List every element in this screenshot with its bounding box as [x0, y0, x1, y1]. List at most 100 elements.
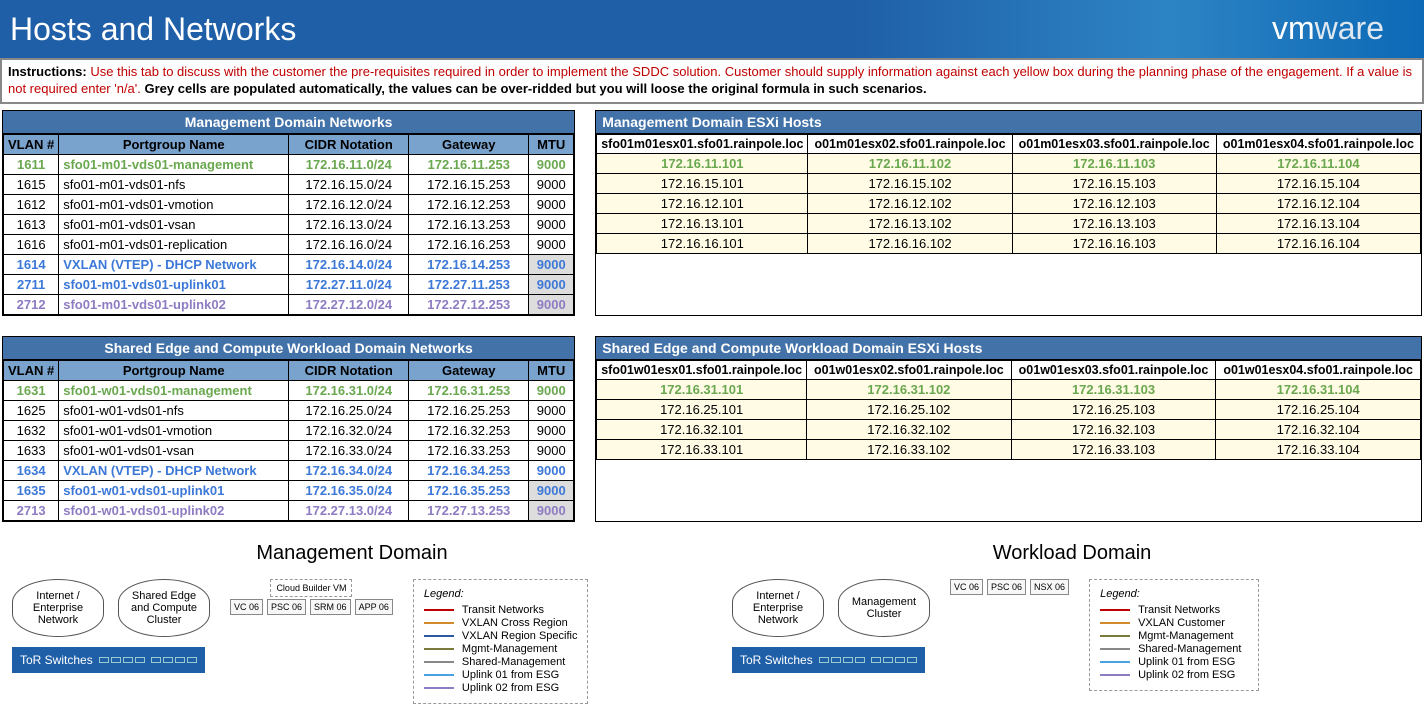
- cell[interactable]: 172.16.25.101: [597, 399, 807, 419]
- cell[interactable]: 9000: [529, 380, 574, 400]
- table-row[interactable]: 172.16.13.101172.16.13.102172.16.13.1031…: [597, 213, 1421, 233]
- cell[interactable]: 2711: [4, 274, 59, 294]
- cell[interactable]: 172.16.32.104: [1216, 419, 1421, 439]
- cell[interactable]: 172.16.11.101: [597, 153, 808, 173]
- cell[interactable]: 172.16.25.102: [807, 399, 1012, 419]
- cell[interactable]: 172.27.13.253: [409, 500, 529, 520]
- cell[interactable]: 172.16.15.104: [1216, 173, 1420, 193]
- table-row[interactable]: 172.16.11.101172.16.11.102172.16.11.1031…: [597, 153, 1421, 173]
- cell[interactable]: 172.27.12.0/24: [289, 294, 409, 314]
- cell[interactable]: sfo01-m01-vds01-uplink01: [59, 274, 289, 294]
- table-row[interactable]: 1631sfo01-w01-vds01-management 172.16.31.…: [4, 380, 574, 400]
- cell[interactable]: 1625: [4, 400, 59, 420]
- cell[interactable]: sfo01-m01-vds01-uplink02: [59, 294, 289, 314]
- cell[interactable]: 172.16.15.103: [1012, 173, 1216, 193]
- cell[interactable]: 9000: [529, 294, 574, 314]
- cell[interactable]: 172.16.15.253: [409, 174, 529, 194]
- table-row[interactable]: 172.16.25.101172.16.25.102172.16.25.1031…: [597, 399, 1421, 419]
- cell[interactable]: 9000: [529, 420, 574, 440]
- cell[interactable]: 1631: [4, 380, 59, 400]
- cell[interactable]: 172.16.12.104: [1216, 193, 1420, 213]
- cell[interactable]: 9000: [529, 254, 574, 274]
- cell[interactable]: 9000: [529, 194, 574, 214]
- cell[interactable]: 9000: [529, 460, 574, 480]
- table-row[interactable]: 1634VXLAN (VTEP) - DHCP Network172.16.34…: [4, 460, 574, 480]
- cell[interactable]: 172.16.35.253: [409, 480, 529, 500]
- cell[interactable]: 172.16.13.0/24: [289, 214, 409, 234]
- cell[interactable]: 172.16.13.102: [808, 213, 1012, 233]
- cell[interactable]: 1615: [4, 174, 59, 194]
- cell[interactable]: 172.16.31.253: [409, 380, 529, 400]
- cell[interactable]: 172.16.12.253: [409, 194, 529, 214]
- cell[interactable]: sfo01-w01-vds01-uplink01: [59, 480, 289, 500]
- cell[interactable]: 172.16.32.253: [409, 420, 529, 440]
- cell[interactable]: 172.16.13.101: [597, 213, 808, 233]
- cell[interactable]: 1612: [4, 194, 59, 214]
- cell[interactable]: 172.16.31.103: [1011, 379, 1216, 399]
- table-row[interactable]: 1632sfo01-w01-vds01-vmotion172.16.32.0/2…: [4, 420, 574, 440]
- cell[interactable]: 172.16.16.104: [1216, 233, 1420, 253]
- cell[interactable]: 1632: [4, 420, 59, 440]
- table-row[interactable]: 2711sfo01-m01-vds01-uplink01172.27.11.0/…: [4, 274, 574, 294]
- cell[interactable]: sfo01-w01-vds01-vsan: [59, 440, 289, 460]
- cell[interactable]: 172.16.34.0/24: [289, 460, 409, 480]
- cell[interactable]: 172.16.25.103: [1011, 399, 1216, 419]
- cell[interactable]: sfo01-m01-vds01-vmotion: [59, 194, 289, 214]
- cell[interactable]: 2712: [4, 294, 59, 314]
- cell[interactable]: 172.16.12.101: [597, 193, 808, 213]
- table-row[interactable]: 1615sfo01-m01-vds01-nfs172.16.15.0/24172…: [4, 174, 574, 194]
- cell[interactable]: 1613: [4, 214, 59, 234]
- cell[interactable]: 9000: [529, 440, 574, 460]
- table-row[interactable]: 172.16.16.101172.16.16.102172.16.16.1031…: [597, 233, 1421, 253]
- table-row[interactable]: 1616sfo01-m01-vds01-replication172.16.16…: [4, 234, 574, 254]
- cell[interactable]: 172.16.11.102: [808, 153, 1012, 173]
- table-row[interactable]: 1625sfo01-w01-vds01-nfs172.16.25.0/24172…: [4, 400, 574, 420]
- cell[interactable]: 172.16.31.101: [597, 379, 807, 399]
- cell[interactable]: sfo01-m01-vds01-replication: [59, 234, 289, 254]
- cell[interactable]: 2713: [4, 500, 59, 520]
- cell[interactable]: 172.16.12.103: [1012, 193, 1216, 213]
- table-row[interactable]: 1614VXLAN (VTEP) - DHCP Network172.16.14…: [4, 254, 574, 274]
- cell[interactable]: 172.16.11.104: [1216, 153, 1420, 173]
- cell[interactable]: 172.16.11.253: [409, 154, 529, 174]
- cell[interactable]: 172.16.12.102: [808, 193, 1012, 213]
- table-row[interactable]: 1635sfo01-w01-vds01-uplink01172.16.35.0/…: [4, 480, 574, 500]
- cell[interactable]: sfo01-w01-vds01-vmotion: [59, 420, 289, 440]
- cell[interactable]: 9000: [529, 274, 574, 294]
- table-row[interactable]: 172.16.12.101172.16.12.102172.16.12.1031…: [597, 193, 1421, 213]
- cell[interactable]: 172.16.32.0/24: [289, 420, 409, 440]
- cell[interactable]: 1616: [4, 234, 59, 254]
- cell[interactable]: sfo01-m01-vds01-vsan: [59, 214, 289, 234]
- cell[interactable]: 172.16.15.101: [597, 173, 808, 193]
- cell[interactable]: 172.16.14.0/24: [289, 254, 409, 274]
- cell[interactable]: sfo01-w01-vds01-nfs: [59, 400, 289, 420]
- cell[interactable]: 1635: [4, 480, 59, 500]
- cell[interactable]: 172.16.25.0/24: [289, 400, 409, 420]
- cell[interactable]: 9000: [529, 234, 574, 254]
- cell[interactable]: 9000: [529, 174, 574, 194]
- cell[interactable]: 172.16.33.0/24: [289, 440, 409, 460]
- cell[interactable]: 172.16.33.104: [1216, 439, 1421, 459]
- cell[interactable]: 9000: [529, 500, 574, 520]
- table-row[interactable]: 172.16.32.101172.16.32.102172.16.32.1031…: [597, 419, 1421, 439]
- table-row[interactable]: 1633sfo01-w01-vds01-vsan172.16.33.0/2417…: [4, 440, 574, 460]
- cell[interactable]: sfo01-m01-vds01-nfs: [59, 174, 289, 194]
- table-row[interactable]: 172.16.15.101172.16.15.102172.16.15.1031…: [597, 173, 1421, 193]
- cell[interactable]: sfo01-w01-vds01-management: [59, 380, 289, 400]
- cell[interactable]: VXLAN (VTEP) - DHCP Network: [59, 460, 289, 480]
- cell[interactable]: 172.16.11.0/24: [289, 154, 409, 174]
- cell[interactable]: 172.16.32.101: [597, 419, 807, 439]
- cell[interactable]: 172.16.15.102: [808, 173, 1012, 193]
- cell[interactable]: 1634: [4, 460, 59, 480]
- table-row[interactable]: 2712sfo01-m01-vds01-uplink02172.27.12.0/…: [4, 294, 574, 314]
- cell[interactable]: 1614: [4, 254, 59, 274]
- cell[interactable]: 172.16.14.253: [409, 254, 529, 274]
- cell[interactable]: 172.16.16.0/24: [289, 234, 409, 254]
- cell[interactable]: 9000: [529, 214, 574, 234]
- table-row[interactable]: 172.16.33.101172.16.33.102172.16.33.1031…: [597, 439, 1421, 459]
- cell[interactable]: 172.16.32.103: [1011, 419, 1216, 439]
- cell[interactable]: 172.16.13.103: [1012, 213, 1216, 233]
- cell[interactable]: 172.16.13.253: [409, 214, 529, 234]
- cell[interactable]: 172.16.34.253: [409, 460, 529, 480]
- cell[interactable]: 172.16.33.102: [807, 439, 1012, 459]
